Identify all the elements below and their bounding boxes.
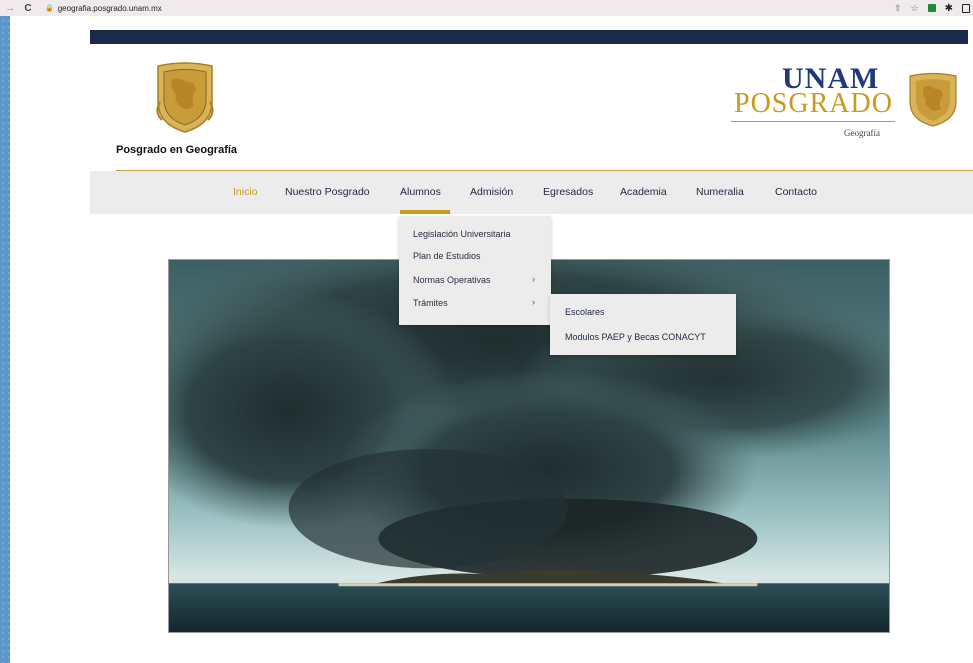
reload-icon[interactable]: C [21,3,35,14]
back-arrow-icon[interactable]: → [3,3,17,14]
browser-toolbar: → C 🔒 geografia.posgrado.unam.mx ⇧ ☆ ✱ [0,0,973,16]
menu-item-escolares[interactable]: Escolares [565,307,605,317]
posgrado-logo[interactable]: UNAM POSGRADO Geografía [728,62,973,144]
nav-item-egresados[interactable]: Egresados [543,186,593,198]
nav-item-academia[interactable]: Academia [620,186,667,198]
logo-underline [731,121,895,122]
url-text: geografia.posgrado.unam.mx [57,3,162,13]
chevron-right-icon: › [532,297,535,307]
web-page: · · · · · · · · · Posgrado en Geografía … [10,16,973,663]
top-bar [90,30,968,44]
extension-icon[interactable] [927,4,936,12]
alumnos-dropdown-menu: Legislación Universitaria Plan de Estudi… [399,216,551,325]
unam-crest-small-logo [909,72,957,127]
menu-item-tramites[interactable]: Trámites [413,298,448,308]
nav-item-numeralia[interactable]: Numeralia [696,186,744,198]
tramites-submenu: Escolares Modulos PAEP y Becas CONACYT [550,294,736,355]
menu-item-legislacion[interactable]: Legislación Universitaria [413,229,511,239]
main-navbar: Inicio Nuestro Posgrado Alumnos Admisión… [90,171,973,214]
svg-text:· · · · · · · · ·: · · · · · · · · · [174,67,196,72]
address-bar[interactable]: 🔒 geografia.posgrado.unam.mx [45,2,925,14]
menu-item-plan-estudios[interactable]: Plan de Estudios [413,251,481,261]
nav-item-inicio[interactable]: Inicio [233,186,258,198]
lock-icon[interactable]: 🔒 [45,4,54,12]
nav-item-admision[interactable]: Admisión [470,186,513,198]
chevron-right-icon: › [532,274,535,284]
nav-item-alumnos[interactable]: Alumnos [400,186,441,198]
menu-item-normas-operativas[interactable]: Normas Operativas [413,275,491,285]
site-title[interactable]: Posgrado en Geografía [116,144,237,156]
share-icon[interactable]: ⇧ [894,3,902,14]
menu-item-modulos-paep[interactable]: Modulos PAEP y Becas CONACYT [565,332,706,342]
unam-crest-logo[interactable]: · · · · · · · · · [150,62,220,134]
star-icon[interactable]: ☆ [911,3,919,14]
toolbar-actions: ⇧ ☆ ✱ [894,0,973,16]
logo-posgrado-text: POSGRADO [734,88,893,119]
nav-item-nuestro-posgrado[interactable]: Nuestro Posgrado [285,186,370,198]
nav-item-contacto[interactable]: Contacto [775,186,817,198]
logo-subtitle: Geografía [844,128,880,138]
puzzle-icon[interactable]: ✱ [945,3,953,14]
active-menu-indicator [400,210,450,214]
sidebar-icon[interactable] [962,3,970,13]
